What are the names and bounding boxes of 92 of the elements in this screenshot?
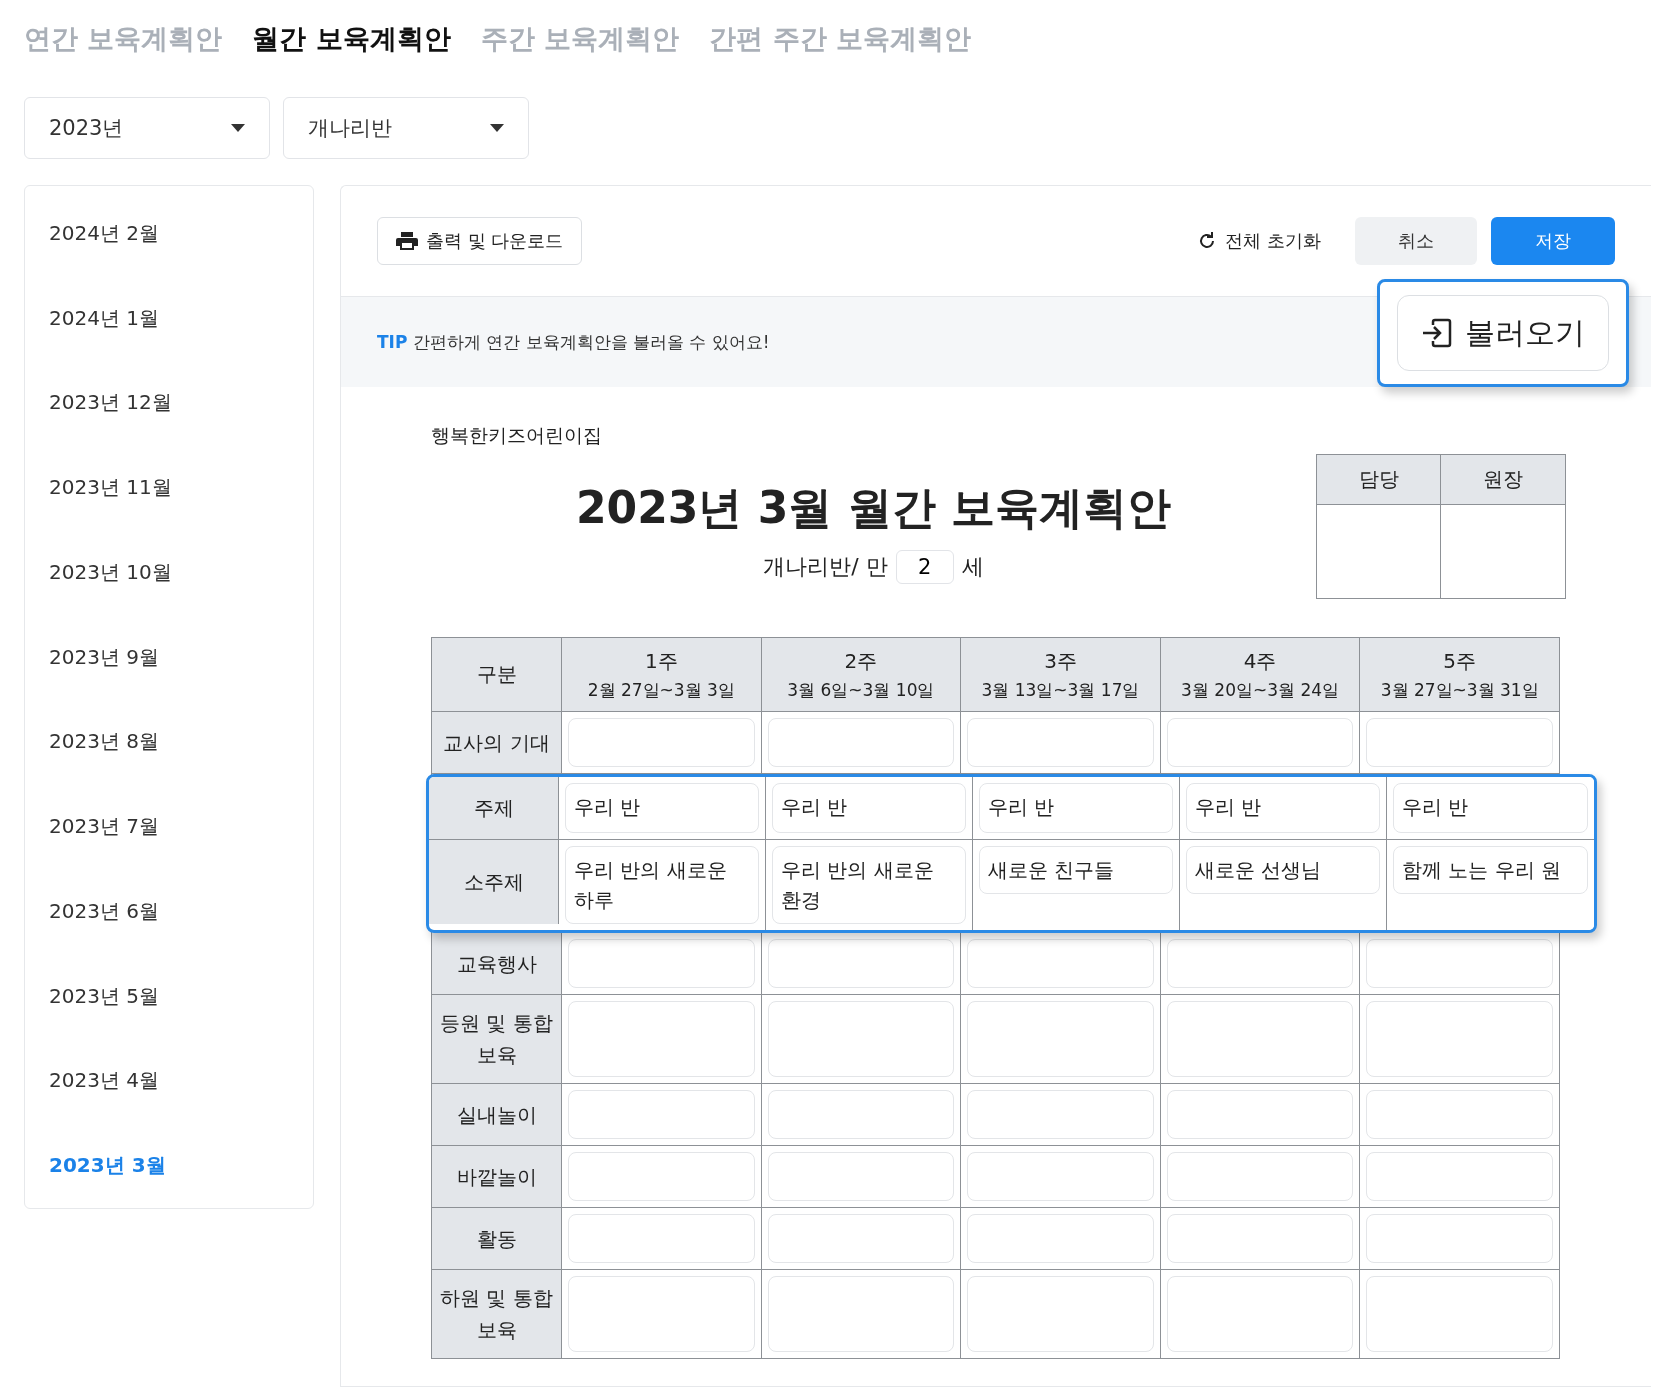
- input-field[interactable]: 새로운 선생님: [1186, 846, 1380, 894]
- reset-button[interactable]: 전체 초기화: [1191, 228, 1327, 254]
- input-field[interactable]: [1166, 1152, 1354, 1201]
- input-field[interactable]: 우리 반: [979, 783, 1173, 833]
- input-field[interactable]: [967, 1152, 1154, 1201]
- input-field[interactable]: [767, 1152, 955, 1201]
- sidebar-item[interactable]: 2023년 11월: [49, 445, 313, 530]
- print-download-button[interactable]: 출력 및 다운로드: [377, 217, 583, 265]
- sidebar-item[interactable]: 2023년 12월: [49, 360, 313, 446]
- row-header: 하원 및 통합보육: [432, 1270, 562, 1359]
- input-field[interactable]: [1366, 1214, 1553, 1263]
- input-field[interactable]: [767, 1090, 955, 1139]
- week-header: 2주 3월 6일~3월 10일: [761, 638, 962, 712]
- sidebar-item[interactable]: 2023년 4월: [49, 1038, 313, 1124]
- import-button[interactable]: 불러오기: [1397, 295, 1609, 371]
- row-header: 교사의 기대: [432, 712, 562, 774]
- input-field[interactable]: 우리 반의 새로운 하루: [565, 846, 759, 924]
- input-field[interactable]: [967, 718, 1154, 767]
- input-field[interactable]: [568, 1152, 755, 1201]
- row-header: 소주제: [429, 840, 559, 924]
- sidebar-item[interactable]: 2023년 3월: [49, 1123, 313, 1208]
- caret-icon: [231, 124, 245, 132]
- input-field[interactable]: [1366, 1001, 1553, 1077]
- week-header: 4주 3월 20일~3월 24일: [1160, 638, 1361, 712]
- table-header: 구분: [432, 638, 562, 712]
- input-field[interactable]: [1166, 1276, 1354, 1352]
- input-field[interactable]: [767, 1214, 955, 1263]
- sidebar-item[interactable]: 2023년 6월: [49, 869, 313, 954]
- input-field[interactable]: 새로운 친구들: [979, 846, 1173, 894]
- input-field[interactable]: [767, 718, 955, 767]
- input-field[interactable]: [1166, 1090, 1354, 1139]
- input-field[interactable]: [767, 1276, 955, 1352]
- import-icon: [1421, 317, 1453, 349]
- input-field[interactable]: [767, 1001, 955, 1077]
- sidebar-item[interactable]: 2023년 10월: [49, 530, 313, 615]
- row-header: 활동: [432, 1208, 562, 1270]
- school-name: 행복한키즈어린이집: [431, 423, 603, 448]
- sidebar-item[interactable]: 2024년 1월: [49, 275, 313, 361]
- input-field[interactable]: [1166, 1001, 1354, 1077]
- cancel-button[interactable]: 취소: [1355, 217, 1477, 265]
- row-header: 실내놀이: [432, 1084, 562, 1146]
- tip-text: TIP 간편하게 연간 보육계획안을 불러올 수 있어요!: [377, 330, 770, 354]
- tab[interactable]: 월간 보육계획안: [252, 21, 451, 57]
- input-field[interactable]: 함께 노는 우리 원: [1393, 846, 1588, 894]
- input-field[interactable]: 우리 반: [1393, 783, 1588, 833]
- approval-header: 원장: [1441, 455, 1565, 505]
- input-field[interactable]: [967, 1276, 1154, 1352]
- input-field[interactable]: 우리 반: [565, 783, 759, 833]
- row-header: 바깥놀이: [432, 1146, 562, 1208]
- dropdown[interactable]: 개나리반: [283, 97, 529, 159]
- printer-icon: [396, 231, 418, 251]
- input-field[interactable]: [1366, 1090, 1553, 1139]
- input-field[interactable]: [767, 939, 955, 988]
- row-header: 등원 및 통합보육: [432, 995, 562, 1084]
- input-field[interactable]: [568, 1276, 755, 1352]
- input-field[interactable]: [967, 1214, 1154, 1263]
- input-field[interactable]: [568, 718, 755, 767]
- input-field[interactable]: [1166, 939, 1354, 988]
- age-unit: 세: [961, 553, 984, 581]
- input-field[interactable]: 우리 반: [1186, 783, 1380, 833]
- input-field[interactable]: [967, 1001, 1154, 1077]
- class-label: 개나리반/ 만: [763, 553, 888, 581]
- input-field[interactable]: [568, 939, 755, 988]
- document-title: 2023년 3월 월간 보육계획안: [576, 481, 1171, 535]
- sidebar-item[interactable]: 2023년 8월: [49, 699, 313, 785]
- input-field[interactable]: [568, 1214, 755, 1263]
- input-field[interactable]: [1166, 1214, 1354, 1263]
- week-header: 3주 3월 13일~3월 17일: [961, 638, 1161, 712]
- sidebar-item[interactable]: 2023년 7월: [49, 784, 313, 869]
- row-header: 교육행사: [432, 933, 562, 995]
- input-field[interactable]: 우리 반의 새로운 환경: [772, 846, 966, 924]
- sidebar-item[interactable]: 2023년 5월: [49, 953, 313, 1039]
- input-field[interactable]: [1366, 1152, 1553, 1201]
- input-field[interactable]: [1366, 1276, 1553, 1352]
- week-header: 1주 2월 27일~3월 3일: [562, 638, 762, 712]
- input-field[interactable]: [967, 1090, 1154, 1139]
- input-field[interactable]: [1366, 718, 1553, 767]
- input-field[interactable]: 우리 반: [772, 783, 966, 833]
- sidebar-item[interactable]: 2023년 9월: [49, 614, 313, 700]
- save-button[interactable]: 저장: [1491, 217, 1615, 265]
- input-field[interactable]: [1366, 939, 1553, 988]
- input-field[interactable]: [1166, 718, 1354, 767]
- input-field[interactable]: [568, 1001, 755, 1077]
- input-field[interactable]: [967, 939, 1154, 988]
- sidebar-item[interactable]: 2024년 2월: [49, 191, 313, 276]
- caret-icon: [490, 124, 504, 132]
- approval-header: 담당: [1317, 455, 1441, 505]
- week-header: 5주 3월 27일~3월 31일: [1360, 638, 1560, 712]
- age-field[interactable]: 2: [895, 550, 954, 584]
- dropdown[interactable]: 2023년: [24, 97, 270, 159]
- input-field[interactable]: [568, 1090, 755, 1139]
- row-header: 주제: [429, 777, 559, 840]
